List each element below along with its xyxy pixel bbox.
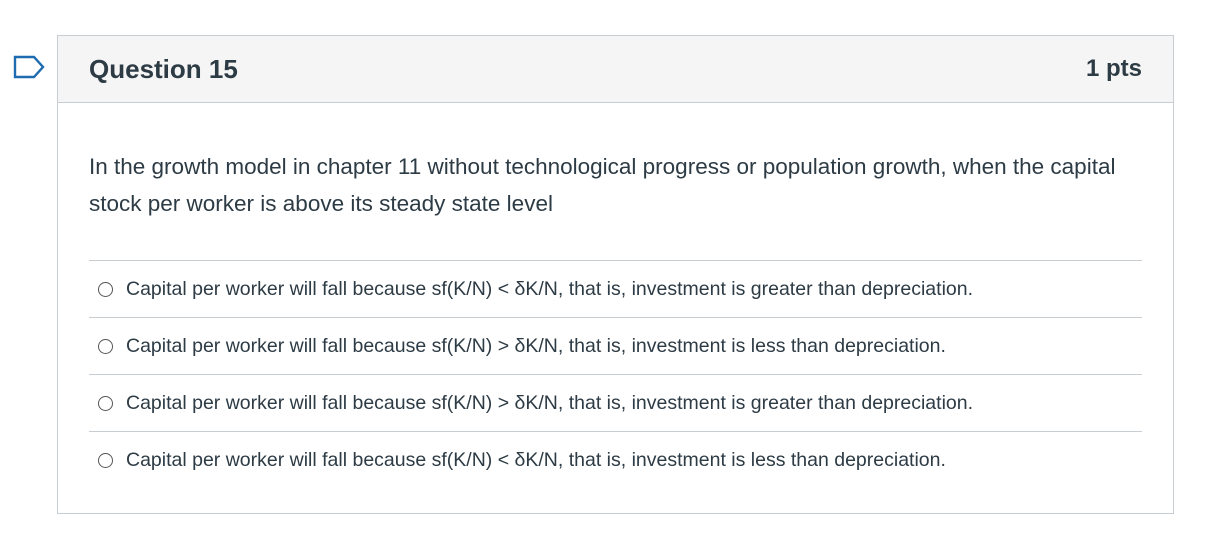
answer-label[interactable]: Capital per worker will fall because sf(… (126, 392, 973, 415)
radio-button-icon[interactable] (98, 453, 113, 468)
answer-list: Capital per worker will fall because sf(… (89, 260, 1142, 489)
answer-label[interactable]: Capital per worker will fall because sf(… (126, 335, 946, 358)
answer-option-3[interactable]: Capital per worker will fall because sf(… (89, 375, 1142, 432)
flag-question-icon[interactable] (12, 54, 46, 80)
question-text: In the growth model in chapter 11 withou… (89, 154, 1116, 216)
radio-button-icon[interactable] (98, 281, 113, 297)
answer-option-2[interactable]: Capital per worker will fall because sf(… (89, 318, 1142, 375)
question-body: In the growth model in chapter 11 withou… (58, 103, 1173, 489)
answer-label[interactable]: Capital per worker will fall because sf(… (126, 278, 973, 301)
question-header: Question 15 1 pts (58, 36, 1173, 103)
answer-option-1[interactable]: Capital per worker will fall because sf(… (89, 261, 1142, 318)
question-card: Question 15 1 pts In the growth model in… (57, 35, 1174, 514)
answer-label[interactable]: Capital per worker will fall because sf(… (126, 449, 946, 472)
radio-button-icon[interactable] (98, 338, 113, 354)
question-title: Question 15 (89, 53, 238, 84)
radio-button-icon[interactable] (98, 395, 113, 411)
question-points: 1 pts (1085, 55, 1142, 82)
answer-option-4[interactable]: Capital per worker will fall because sf(… (89, 432, 1142, 489)
